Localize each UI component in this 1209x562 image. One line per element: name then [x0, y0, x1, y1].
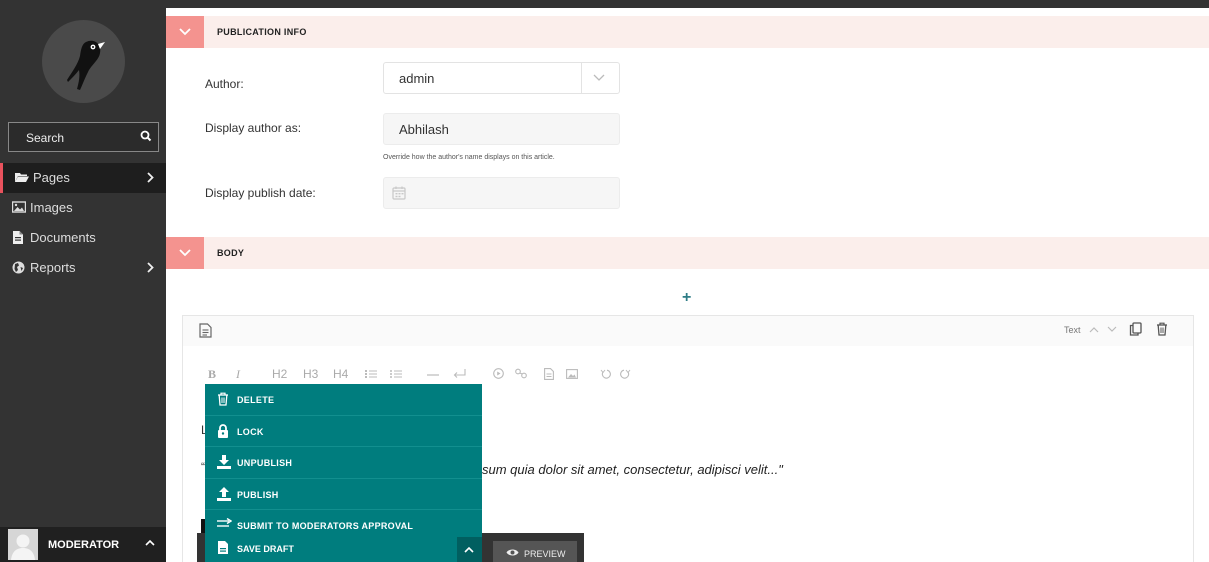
- search-placeholder: Search: [26, 131, 65, 145]
- chevron-down-icon: [593, 74, 605, 81]
- collapse-toggle-button[interactable]: [166, 16, 204, 48]
- menu-item-label: UNPUBLISH: [237, 458, 293, 468]
- h2-button[interactable]: H2: [272, 367, 287, 381]
- h4-button[interactable]: H4: [333, 367, 348, 381]
- menu-item-label: LOCK: [237, 426, 264, 437]
- section-title: BODY: [217, 248, 245, 258]
- add-block-button[interactable]: +: [682, 289, 691, 307]
- horizontal-rule-icon[interactable]: [427, 373, 439, 377]
- sidebar-item-pages[interactable]: Pages: [0, 163, 166, 193]
- document-icon: [13, 231, 23, 244]
- search-input[interactable]: Search: [8, 122, 159, 152]
- menu-item-label: DELETE: [237, 395, 275, 405]
- save-draft-label: SAVE DRAFT: [237, 544, 294, 554]
- embed-icon[interactable]: [493, 368, 504, 379]
- sidebar-item-reports[interactable]: Reports: [0, 253, 166, 283]
- body-section-header[interactable]: BODY: [166, 237, 1209, 269]
- chevron-up-icon: [464, 546, 474, 553]
- menu-item-label: SUBMIT TO MODERATORS APPROVAL: [237, 521, 414, 531]
- italic-button[interactable]: I: [236, 367, 240, 382]
- sidebar-item-label: Reports: [30, 260, 76, 275]
- lock-menu-item[interactable]: LOCK: [205, 416, 482, 447]
- upload-icon: [217, 486, 231, 501]
- move-down-icon[interactable]: [1107, 326, 1117, 333]
- body-quote-text[interactable]: sum quia dolor sit amet, consectetur, ad…: [482, 462, 783, 477]
- redo-icon[interactable]: [620, 369, 631, 379]
- eye-icon: [506, 549, 519, 556]
- display-author-value: Abhilash: [399, 122, 449, 137]
- image-insert-icon[interactable]: [566, 369, 578, 379]
- block-type-label: Text: [1064, 325, 1081, 335]
- save-draft-icon: [218, 541, 228, 554]
- bird-logo-icon: [67, 40, 105, 90]
- chevron-up-icon[interactable]: [145, 539, 155, 546]
- bulleted-list-icon[interactable]: [390, 369, 402, 379]
- chevron-down-icon: [179, 249, 191, 257]
- arrow-right-icon: [217, 518, 232, 527]
- bold-button[interactable]: B: [208, 367, 216, 382]
- block-header: Text: [183, 316, 1193, 346]
- publish-date-label: Display publish date:: [205, 186, 316, 200]
- display-author-label: Display author as:: [205, 121, 302, 135]
- globe-icon: [12, 261, 25, 274]
- link-icon[interactable]: [515, 368, 527, 379]
- download-icon: [217, 455, 231, 469]
- sidebar-item-images[interactable]: Images: [0, 193, 166, 223]
- duplicate-icon[interactable]: [1129, 322, 1142, 336]
- author-select[interactable]: admin: [383, 62, 620, 94]
- wagtail-logo[interactable]: [42, 20, 125, 103]
- line-break-icon[interactable]: [453, 369, 466, 379]
- search-icon[interactable]: [140, 130, 152, 142]
- select-divider: [581, 63, 582, 93]
- app-window: Search Pages Images Documents Reports MO…: [0, 0, 1209, 562]
- publish-date-input[interactable]: [383, 177, 620, 209]
- header-strip: [166, 0, 1209, 8]
- delete-block-icon[interactable]: [1156, 322, 1168, 336]
- sidebar-item-label: Documents: [30, 230, 96, 245]
- collapse-toggle-button[interactable]: [166, 237, 204, 269]
- chevron-right-icon: [147, 172, 154, 183]
- avatar[interactable]: [8, 529, 38, 560]
- h3-button[interactable]: H3: [303, 367, 318, 381]
- preview-button[interactable]: PREVIEW: [493, 541, 577, 562]
- ordered-list-icon[interactable]: [365, 369, 377, 379]
- save-draft-button[interactable]: SAVE DRAFT: [205, 533, 482, 562]
- paragraph-icon: [199, 323, 212, 338]
- undo-icon[interactable]: [600, 369, 611, 379]
- author-label: Author:: [205, 77, 244, 91]
- folder-open-icon: [15, 173, 29, 182]
- sidebar-item-documents[interactable]: Documents: [0, 223, 166, 253]
- move-up-icon[interactable]: [1089, 326, 1099, 333]
- page-actions-menu: DELETE LOCK UNPUBLISH PUBLISH SUBMIT TO …: [205, 384, 482, 542]
- chevron-right-icon: [147, 262, 154, 273]
- user-avatar-icon: [8, 529, 38, 560]
- image-icon: [12, 201, 26, 213]
- more-actions-toggle-button[interactable]: [457, 537, 482, 562]
- publication-info-section-header[interactable]: PUBLICATION INFO: [166, 16, 1209, 48]
- sidebar: Search Pages Images Documents Reports MO…: [0, 0, 166, 562]
- display-author-help-text: Override how the author's name displays …: [383, 154, 555, 161]
- menu-item-label: PUBLISH: [237, 489, 279, 500]
- delete-menu-item[interactable]: DELETE: [205, 384, 482, 416]
- author-selected-value: admin: [399, 71, 435, 86]
- section-title: PUBLICATION INFO: [217, 27, 307, 37]
- document-link-icon[interactable]: [544, 368, 554, 380]
- sidebar-item-label: Pages: [33, 170, 70, 185]
- account-menu[interactable]: MODERATOR: [0, 527, 166, 562]
- trash-icon: [218, 392, 228, 406]
- lock-icon: [218, 423, 228, 438]
- footer-actions: SAVE DRAFT PREVIEW: [197, 533, 584, 562]
- publish-menu-item[interactable]: PUBLISH: [205, 479, 482, 510]
- chevron-down-icon: [179, 28, 191, 36]
- user-name: MODERATOR: [48, 539, 120, 551]
- calendar-icon[interactable]: [392, 186, 406, 200]
- display-author-input[interactable]: Abhilash: [383, 113, 620, 145]
- sidebar-item-label: Images: [30, 200, 73, 215]
- preview-label: PREVIEW: [524, 549, 566, 559]
- unpublish-menu-item[interactable]: UNPUBLISH: [205, 447, 482, 479]
